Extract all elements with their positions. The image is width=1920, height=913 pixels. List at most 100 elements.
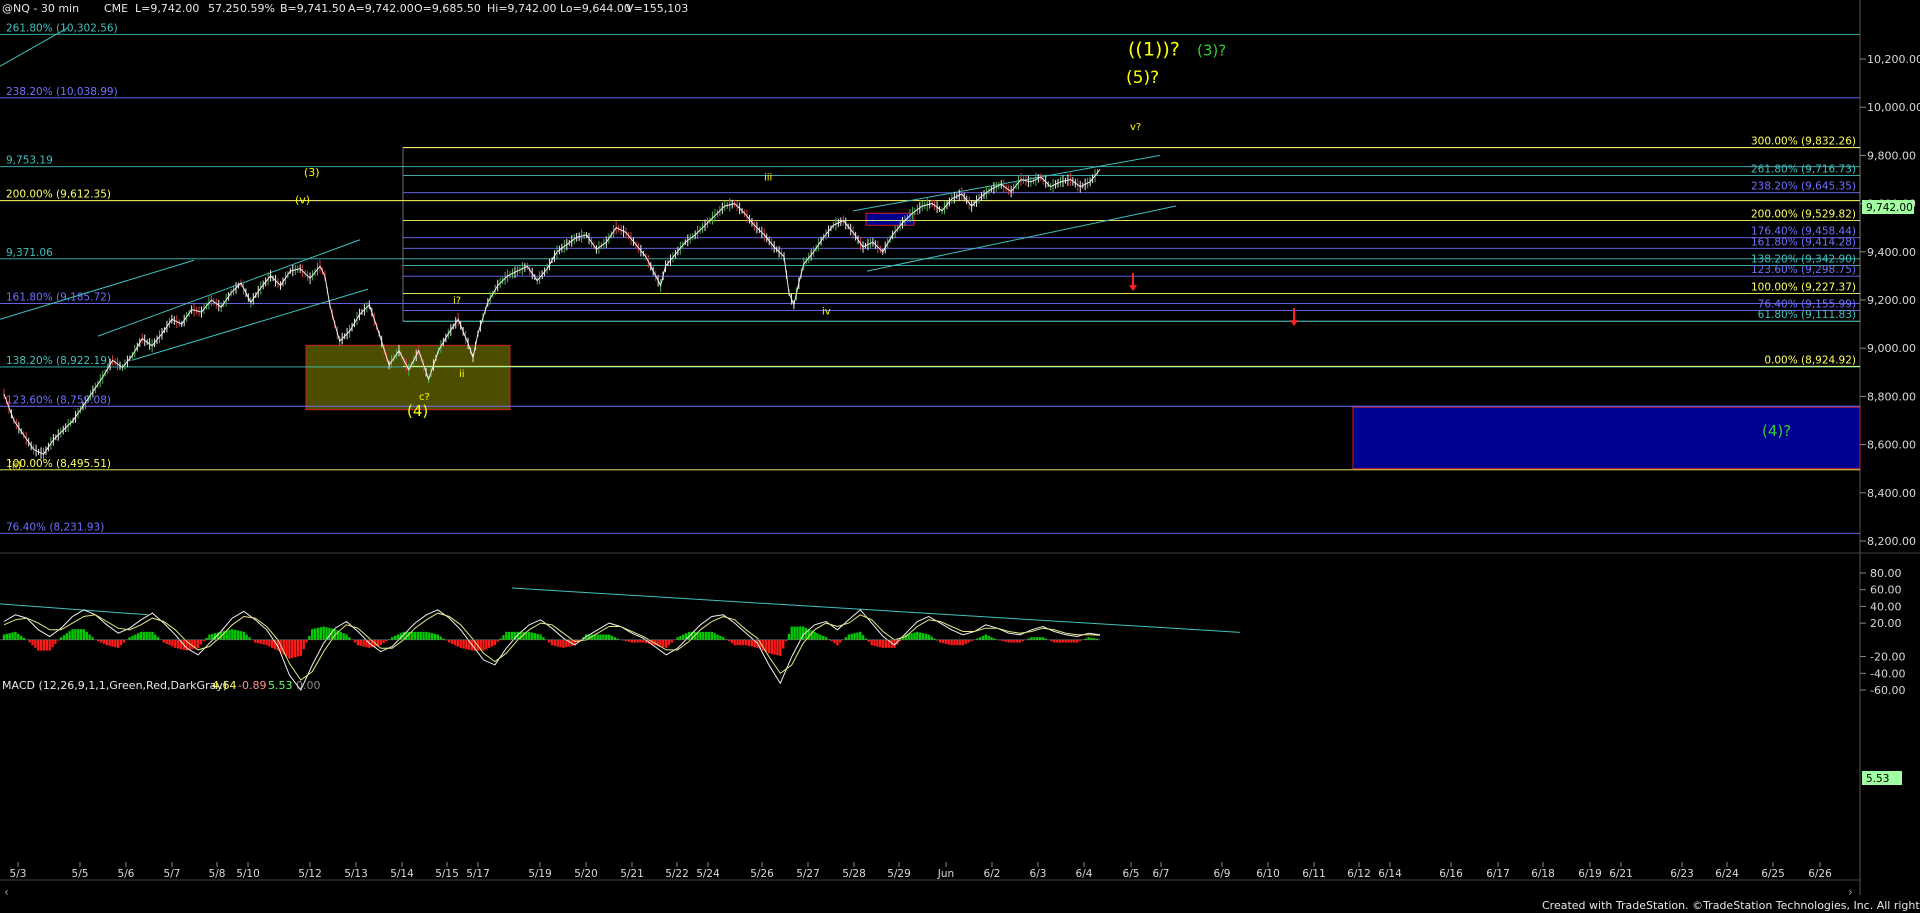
header-last: L=9,742.00 [135,2,199,15]
wave-label: (3) [304,166,320,179]
time-axis-tick-label: 6/25 [1761,868,1785,880]
wave-label: (ii) [8,461,21,472]
price-axis-tick-label: 9,000.00 [1867,342,1916,355]
time-axis-tick-label: 5/21 [620,868,644,880]
fib-level-label: 9,371.06 [6,247,53,259]
header-high: Hi=9,742.00 [487,2,557,15]
price-axis-tick-label: 10,000.00 [1867,101,1920,114]
header-ask: A=9,742.00 [348,2,414,15]
time-axis-tick-label: 6/21 [1609,868,1633,880]
time-axis-tick-label: 6/18 [1531,868,1555,880]
scroll-right-arrow-icon[interactable]: › [1848,885,1853,899]
price-axis-tick-label: 9,800.00 [1867,149,1916,162]
price-axis-tick-label: 8,200.00 [1867,535,1916,548]
last-price-label: 9,742.00 [1866,202,1913,214]
time-axis-tick-label: 6/14 [1378,868,1402,880]
time-axis-tick-label: 5/26 [750,868,774,880]
time-axis-tick-label: 6/16 [1439,868,1463,880]
right-fib-level-label: 61.80% (9,111.83) [1758,309,1856,321]
time-axis-tick-label: 6/5 [1123,868,1140,880]
footer-credit: Created with TradeStation. ©TradeStation… [1542,899,1920,912]
time-axis-tick-label: 6/26 [1808,868,1832,880]
fib-level-label: 261.80% (10,302.56) [6,22,118,34]
macd-axis-tick-label: 80.00 [1870,567,1902,580]
time-axis-tick-label: 5/29 [887,868,911,880]
fib-level-label: 238.20% (10,038.99) [6,86,118,98]
macd-axis-tick-label: 60.00 [1870,584,1902,597]
time-axis-tick-label: 5/27 [796,868,820,880]
time-axis-tick-label: 6/19 [1578,868,1602,880]
price-axis-tick-label: 8,600.00 [1867,439,1916,452]
macd-label: MACD (12,26,9,1,1,Green,Red,DarkGray) [2,679,227,692]
time-axis-tick-label: 5/22 [665,868,689,880]
time-axis-tick-label: 5/28 [842,868,866,880]
header-symbol: @NQ - 30 min [2,2,79,15]
fib-level-label: 200.00% (9,612.35) [6,189,111,201]
macd-last-marker: 5.53 [1862,771,1902,785]
time-axis-tick-label: 6/23 [1670,868,1694,880]
macd-axis-tick-label: -60.00 [1870,684,1905,697]
time-axis-tick-label: 5/6 [118,868,135,880]
header-pct: 0.59% [240,2,275,15]
macd-axis-tick-label: 20.00 [1870,617,1902,630]
right-fib-level-label: 261.80% (9,716.73) [1751,163,1856,175]
time-axis-tick-label: 6/4 [1076,868,1093,880]
price-axis-tick-label: 8,800.00 [1867,390,1916,403]
time-axis-tick-label: 6/24 [1715,868,1739,880]
right-fib-level-label: 238.20% (9,645.35) [1751,181,1856,193]
macd-axis-tick-label: 40.00 [1870,600,1902,613]
fib-level-label: 9,753.19 [6,155,53,167]
macd-axis-tick-label: -20.00 [1870,651,1905,664]
wave-label: i? [453,296,461,307]
wave-label: iii [764,173,772,184]
price-axis-tick-label: 8,400.00 [1867,487,1916,500]
time-axis-tick-label: 6/3 [1030,868,1047,880]
time-axis-tick-label: 5/24 [696,868,720,880]
time-axis-tick-label: 5/19 [528,868,552,880]
wave-label: iv [822,306,831,317]
time-axis-tick-label: Jun [937,868,954,880]
fib-level-label: 123.60% (8,759.08) [6,394,111,406]
price-axis-tick-label: 9,200.00 [1867,294,1916,307]
wave-label: ii [459,369,465,380]
right-fib-level-label: 161.80% (9,414.28) [1751,236,1856,248]
right-fib-level-label: 200.00% (9,529.82) [1751,209,1856,221]
header-exchange: CME [104,2,128,15]
right-fib-level-label: 0.00% (8,924.92) [1764,354,1856,366]
time-axis-tick-label: 5/17 [466,868,490,880]
macd-value-3: 5.53 [268,679,293,692]
time-axis-tick-label: 6/17 [1486,868,1510,880]
time-axis-tick-label: 6/12 [1347,868,1371,880]
time-axis-tick-label: 6/11 [1302,868,1326,880]
time-axis-tick-label: 5/8 [209,868,226,880]
last-price-marker: 9,742.00 [1862,200,1914,214]
time-axis-tick-label: 6/7 [1153,868,1170,880]
right-fib-level-label: 300.00% (9,832.26) [1751,136,1856,148]
time-axis-tick-label: 6/10 [1256,868,1280,880]
wave-label: (4)? [1762,422,1791,440]
header-open: O=9,685.50 [414,2,481,15]
wave-label: (5)? [1126,68,1159,88]
macd-value-4: 0.00 [296,679,321,692]
time-axis-tick-label: 5/14 [390,868,414,880]
time-axis-tick-label: 5/3 [10,868,27,880]
wave-label: (v) [295,194,310,207]
header-volume: V=155,103 [626,2,688,15]
price-axis-tick-label: 9,400.00 [1867,246,1916,259]
header-change: 57.25 [208,2,240,15]
fib-level-label: 138.20% (8,922.19) [6,355,111,367]
wave-label: ((1))? [1128,39,1180,61]
macd-last-label: 5.53 [1866,773,1889,785]
time-axis-tick-label: 5/13 [344,868,368,880]
wave-4-olive-zone [305,344,511,411]
time-axis-tick-label: 6/9 [1214,868,1231,880]
scroll-left-arrow-icon[interactable]: ‹ [4,885,9,899]
header-bid: B=9,741.50 [280,2,346,15]
chart-canvas: @NQ - 30 min CME L=9,742.00 57.25 0.59% … [0,0,1920,913]
header-bar: @NQ - 30 min CME L=9,742.00 57.25 0.59% … [2,2,688,15]
time-axis-tick-label: 5/15 [435,868,459,880]
price-axis-tick-label: 10,200.00 [1867,53,1920,66]
macd-axis-tick-label: -40.00 [1870,667,1905,680]
macd-value-2: -0.89 [238,679,266,692]
time-axis-tick-label: 5/20 [574,868,598,880]
